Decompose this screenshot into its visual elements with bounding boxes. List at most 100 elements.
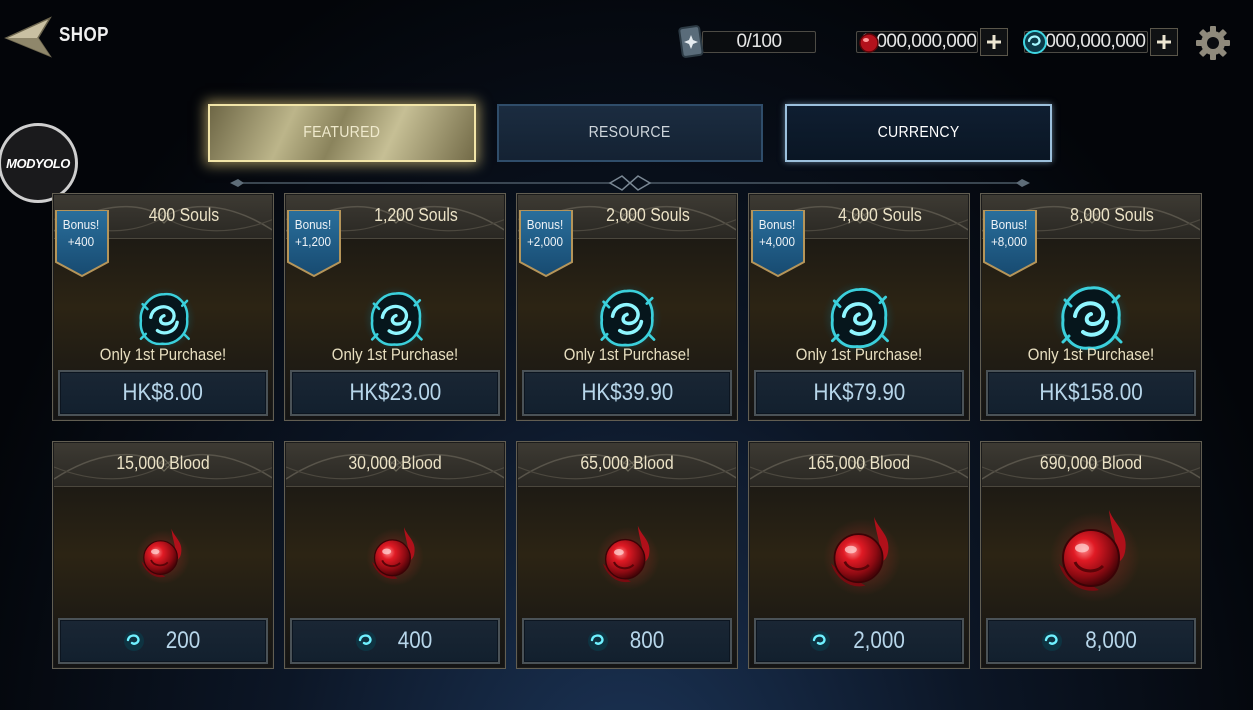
blood-pack-card[interactable]: 690,000 Blood 8,000 xyxy=(980,441,1202,669)
pack-title: 400 Souls xyxy=(148,205,220,225)
card-header: 30,000 Blood xyxy=(286,443,504,487)
price-label: 800 xyxy=(629,627,665,654)
bonus-badge: Bonus! +400 xyxy=(56,216,106,250)
buy-button[interactable]: HK$8.00 xyxy=(58,370,268,416)
soul-pack-card[interactable]: 8,000 Souls Bonus! +8,000 Only 1st Purch… xyxy=(980,193,1202,421)
blood-pack-card[interactable]: 65,000 Blood 800 xyxy=(516,441,738,669)
blood-currency-icon xyxy=(859,33,879,53)
plus-icon xyxy=(987,35,1001,49)
soul-pack-card[interactable]: 2,000 Souls Bonus! +2,000 Only 1st Purch… xyxy=(516,193,738,421)
tab-resource[interactable]: RESOURCE xyxy=(497,104,763,162)
blood-gem-icon xyxy=(133,524,193,584)
card-header: 690,000 Blood xyxy=(982,443,1200,487)
buy-button[interactable]: 800 xyxy=(522,618,732,664)
buy-button[interactable]: 400 xyxy=(290,618,500,664)
soul-currency-icon xyxy=(355,631,376,651)
add-blood-button[interactable] xyxy=(980,28,1008,56)
pack-title: 8,000 Souls xyxy=(1070,205,1154,225)
bonus-badge: Bonus! +8,000 xyxy=(984,216,1034,250)
price-label: 8,000 xyxy=(1085,627,1137,654)
soul-pack-card[interactable]: 400 Souls Bonus! +400 Only 1st Purchase!… xyxy=(52,193,274,421)
first-purchase-note: Only 1st Purchase! xyxy=(331,345,459,364)
buy-button[interactable]: 200 xyxy=(58,618,268,664)
bonus-label: Bonus! xyxy=(62,217,100,232)
bonus-label: Bonus! xyxy=(526,217,564,232)
bonus-badge: Bonus! +4,000 xyxy=(752,216,802,250)
inventory-value: 0/100 xyxy=(702,31,816,53)
soul-orb-icon xyxy=(362,285,430,353)
first-purchase-note: Only 1st Purchase! xyxy=(563,345,691,364)
settings-gear-icon[interactable] xyxy=(1195,25,1231,61)
price-label: 400 xyxy=(397,627,433,654)
first-purchase-note: Only 1st Purchase! xyxy=(1027,345,1155,364)
soul-orb-icon xyxy=(131,286,197,352)
tab-featured[interactable]: FEATURED xyxy=(208,104,476,162)
blood-pack-card[interactable]: 30,000 Blood 400 xyxy=(284,441,506,669)
card-header: 65,000 Blood xyxy=(518,443,736,487)
blood-pack-card[interactable]: 165,000 Blood 2,000 xyxy=(748,441,970,669)
price-label: HK$8.00 xyxy=(122,379,204,406)
bonus-badge: Bonus! +1,200 xyxy=(288,216,338,250)
buy-button[interactable]: HK$39.90 xyxy=(522,370,732,416)
bonus-amount: +400 xyxy=(67,234,95,249)
blood-pack-card[interactable]: 15,000 Blood 200 xyxy=(52,441,274,669)
bonus-badge: Bonus! +2,000 xyxy=(520,216,570,250)
bonus-amount: +4,000 xyxy=(758,234,796,249)
soul-currency-icon xyxy=(809,631,830,651)
first-purchase-note: Only 1st Purchase! xyxy=(795,345,923,364)
watermark-logo: MODYOLO xyxy=(0,123,78,203)
card-deck-icon xyxy=(678,25,704,58)
buy-button[interactable]: HK$158.00 xyxy=(986,370,1196,416)
inventory-counter: 0/100 xyxy=(678,25,816,58)
soul-currency-icon xyxy=(1041,631,1062,651)
price-label: 2,000 xyxy=(853,627,905,654)
blood-gem-icon xyxy=(363,522,427,586)
price-label: HK$79.90 xyxy=(813,379,905,406)
soul-pack-card[interactable]: 1,200 Souls Bonus! +1,200 Only 1st Purch… xyxy=(284,193,506,421)
blood-gem-icon xyxy=(593,520,663,590)
card-header: 165,000 Blood xyxy=(750,443,968,487)
soul-currency-icon xyxy=(587,631,608,651)
price-label: 200 xyxy=(165,627,201,654)
buy-button[interactable]: HK$23.00 xyxy=(290,370,500,416)
soul-currency-icon xyxy=(123,631,144,651)
soul-balance: 6,000,000,000 xyxy=(1023,28,1178,56)
blood-gem-icon xyxy=(819,510,905,596)
card-header: 15,000 Blood xyxy=(54,443,272,487)
first-purchase-note: Only 1st Purchase! xyxy=(99,345,227,364)
pack-title: 2,000 Souls xyxy=(606,205,690,225)
bonus-amount: +2,000 xyxy=(526,234,564,249)
bonus-amount: +8,000 xyxy=(990,234,1028,249)
pack-title: 4,000 Souls xyxy=(838,205,922,225)
tab-currency[interactable]: CURRENCY xyxy=(785,104,1052,162)
buy-button[interactable]: 8,000 xyxy=(986,618,1196,664)
tab-featured-label: FEATURED xyxy=(303,124,381,141)
plus-icon xyxy=(1157,35,1171,49)
page-title: SHOP xyxy=(59,24,109,46)
pack-title: 15,000 Blood xyxy=(116,453,210,473)
add-soul-button[interactable] xyxy=(1150,28,1178,56)
buy-button[interactable]: HK$79.90 xyxy=(754,370,964,416)
soul-orb-icon xyxy=(591,282,663,354)
soul-currency-icon xyxy=(1023,30,1047,54)
buy-button[interactable]: 2,000 xyxy=(754,618,964,664)
blood-balance: 2,000,000,000 xyxy=(856,28,1008,56)
blood-gem-icon xyxy=(1045,502,1145,602)
soul-pack-card[interactable]: 4,000 Souls Bonus! +4,000 Only 1st Purch… xyxy=(748,193,970,421)
bonus-label: Bonus! xyxy=(294,217,332,232)
pack-title: 30,000 Blood xyxy=(348,453,442,473)
tab-resource-label: RESOURCE xyxy=(589,124,671,141)
price-label: HK$158.00 xyxy=(1039,379,1143,406)
tab-currency-label: CURRENCY xyxy=(877,124,960,141)
pack-title: 690,000 Blood xyxy=(1039,453,1143,473)
ornament-divider xyxy=(230,175,1030,191)
price-label: HK$23.00 xyxy=(349,379,441,406)
pack-title: 1,200 Souls xyxy=(374,205,458,225)
bonus-amount: +1,200 xyxy=(294,234,332,249)
back-button[interactable] xyxy=(4,16,52,58)
pack-title: 165,000 Blood xyxy=(807,453,911,473)
bonus-label: Bonus! xyxy=(758,217,796,232)
pack-title: 65,000 Blood xyxy=(580,453,674,473)
bonus-label: Bonus! xyxy=(990,217,1028,232)
back-arrow-icon xyxy=(4,16,52,58)
